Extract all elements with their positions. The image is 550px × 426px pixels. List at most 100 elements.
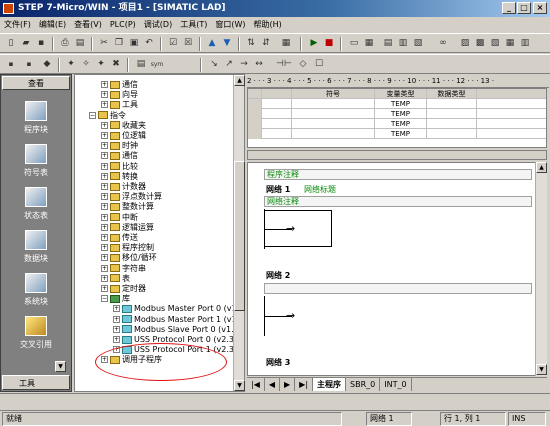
program-status-icon[interactable]: ▭ [347,37,361,50]
scroll-down-arrow[interactable]: ▼ [234,380,245,391]
cut-icon[interactable]: ✂ [97,37,111,50]
expand-icon[interactable]: + [101,244,108,252]
expand-icon[interactable]: + [101,172,108,180]
expand-icon[interactable]: + [101,121,108,129]
glasses-icon[interactable]: ∞ [436,37,450,50]
sort-desc-icon[interactable]: ⇵ [259,37,273,50]
data-type-cell[interactable] [427,129,477,139]
expand-icon[interactable]: + [101,91,108,99]
expand-icon[interactable]: + [113,325,120,333]
print-preview-icon[interactable]: ▤ [73,37,87,50]
nav-cross-reference[interactable]: 交叉引用 [1,314,71,356]
nav-system-block[interactable]: 系统块 [1,271,71,313]
collapse-icon[interactable]: − [101,295,108,303]
network-2-label[interactable]: 网络 2 [266,270,290,281]
var-type-cell[interactable]: TEMP [375,129,427,139]
save-icon[interactable]: ▪ [34,37,48,50]
nav-status-chart[interactable]: 状态表 [1,185,71,227]
box-icon[interactable]: ☐ [312,58,326,71]
symbol-cell[interactable] [292,119,375,129]
coil-icon[interactable]: ◇ [296,58,310,71]
tab-prev-icon[interactable]: ◀ [265,378,281,391]
scroll-up-arrow[interactable]: ▲ [536,162,547,173]
symbol-cell[interactable] [292,129,375,139]
menu-help[interactable]: 帮助(H) [250,17,286,32]
app-icon[interactable] [3,3,14,14]
line-left-icon[interactable]: → [237,58,251,71]
network-1-label[interactable]: 网络 1 [266,184,290,195]
menu-window[interactable]: 窗口(W) [211,17,249,32]
tree-scrollbar[interactable]: ▲ ▼ [233,75,245,391]
download-icon[interactable]: ▼ [220,37,234,50]
remove-bookmarks-icon[interactable]: ✖ [109,58,123,71]
expand-icon[interactable]: + [101,142,108,150]
monitor-icon[interactable]: ▤ [381,37,395,50]
expand-icon[interactable]: + [101,162,108,170]
line-up-icon[interactable]: ↗ [222,58,236,71]
toggle-bookmark-icon[interactable]: ◆ [40,58,54,71]
tab-next-icon[interactable]: ▶ [280,378,296,391]
line-down-icon[interactable]: ↘ [207,58,221,71]
menu-plc[interactable]: PLC(P) [106,17,140,32]
chart-status-icon[interactable]: ▦ [362,37,376,50]
collapse-icon[interactable]: − [89,111,96,119]
tab-last-icon[interactable]: ▶| [295,378,314,391]
print-icon[interactable]: ⎙ [58,37,72,50]
trend-icon[interactable]: ▥ [396,37,410,50]
network-comment[interactable]: 网络注释 [264,196,532,207]
new-icon[interactable]: ▯ [4,37,18,50]
close-button[interactable]: × [533,2,547,14]
program-comment[interactable]: 程序注释 [264,169,532,180]
var-type-cell[interactable]: TEMP [375,109,427,119]
data-type-cell[interactable] [427,109,477,119]
maximize-button[interactable]: □ [517,2,531,14]
undo-icon[interactable]: ↶ [142,37,156,50]
expand-icon[interactable]: + [101,193,108,201]
expand-icon[interactable]: + [101,223,108,231]
expand-icon[interactable]: + [101,264,108,272]
upload-icon[interactable]: ▲ [205,37,219,50]
force-icon[interactable]: ▧ [411,37,425,50]
data-type-cell[interactable] [427,119,477,129]
expand-icon[interactable]: + [101,274,108,282]
expand-icon[interactable]: + [113,315,120,323]
nav-header[interactable]: 查看 [2,76,70,90]
table-row[interactable]: TEMP [248,119,546,129]
table-row[interactable]: TEMP [248,99,546,109]
open-icon[interactable]: ▰ [19,37,33,50]
var-type-cell[interactable]: TEMP [375,119,427,129]
network-3-label[interactable]: 网络 3 [266,357,290,368]
compile-icon[interactable]: ☑ [166,37,180,50]
ladder-scrollbar[interactable]: ▲ ▼ [535,162,547,376]
expand-icon[interactable]: + [101,254,108,262]
expand-icon[interactable]: + [101,132,108,139]
tab-sbr0[interactable]: SBR_0 [346,378,381,391]
expand-icon[interactable]: + [101,183,108,190]
expand-icon[interactable]: + [101,213,108,221]
scroll-thumb[interactable] [234,161,245,311]
header-data-type[interactable]: 数据类型 [427,89,477,99]
options-icon[interactable]: ▦ [279,37,293,50]
read-all-icon[interactable]: ▦ [503,37,517,50]
table-row[interactable]: TEMP [248,109,546,119]
unforce-all-icon[interactable]: ▥ [518,37,532,50]
table-hscrollbar[interactable] [247,150,547,160]
nav-data-block[interactable]: 数据块 [1,228,71,270]
menu-file[interactable]: 文件(F) [0,17,35,32]
var-type-cell[interactable]: TEMP [375,99,427,109]
expand-icon[interactable]: + [113,305,120,313]
network-1-title[interactable]: 网络标题 [304,184,336,195]
menu-view[interactable]: 查看(V) [70,17,106,32]
increase-indent-icon[interactable]: ▪ [4,58,18,71]
nav-symbol-table[interactable]: 符号表 [1,142,71,184]
symbol-cell[interactable] [292,99,375,109]
nav-scroll-down[interactable]: ▼ [55,361,66,372]
expand-icon[interactable]: + [101,285,108,292]
contact-icon[interactable]: ⊣⊢ [276,58,292,71]
next-bookmark-icon[interactable]: ✧ [79,58,93,71]
write-icon[interactable]: ▨ [458,37,472,50]
symbol-table-icon[interactable]: ▤ [134,58,148,71]
menu-tools[interactable]: 工具(T) [176,17,211,32]
prev-bookmark-icon[interactable]: ✦ [94,58,108,71]
paste-icon[interactable]: ▣ [127,37,141,50]
